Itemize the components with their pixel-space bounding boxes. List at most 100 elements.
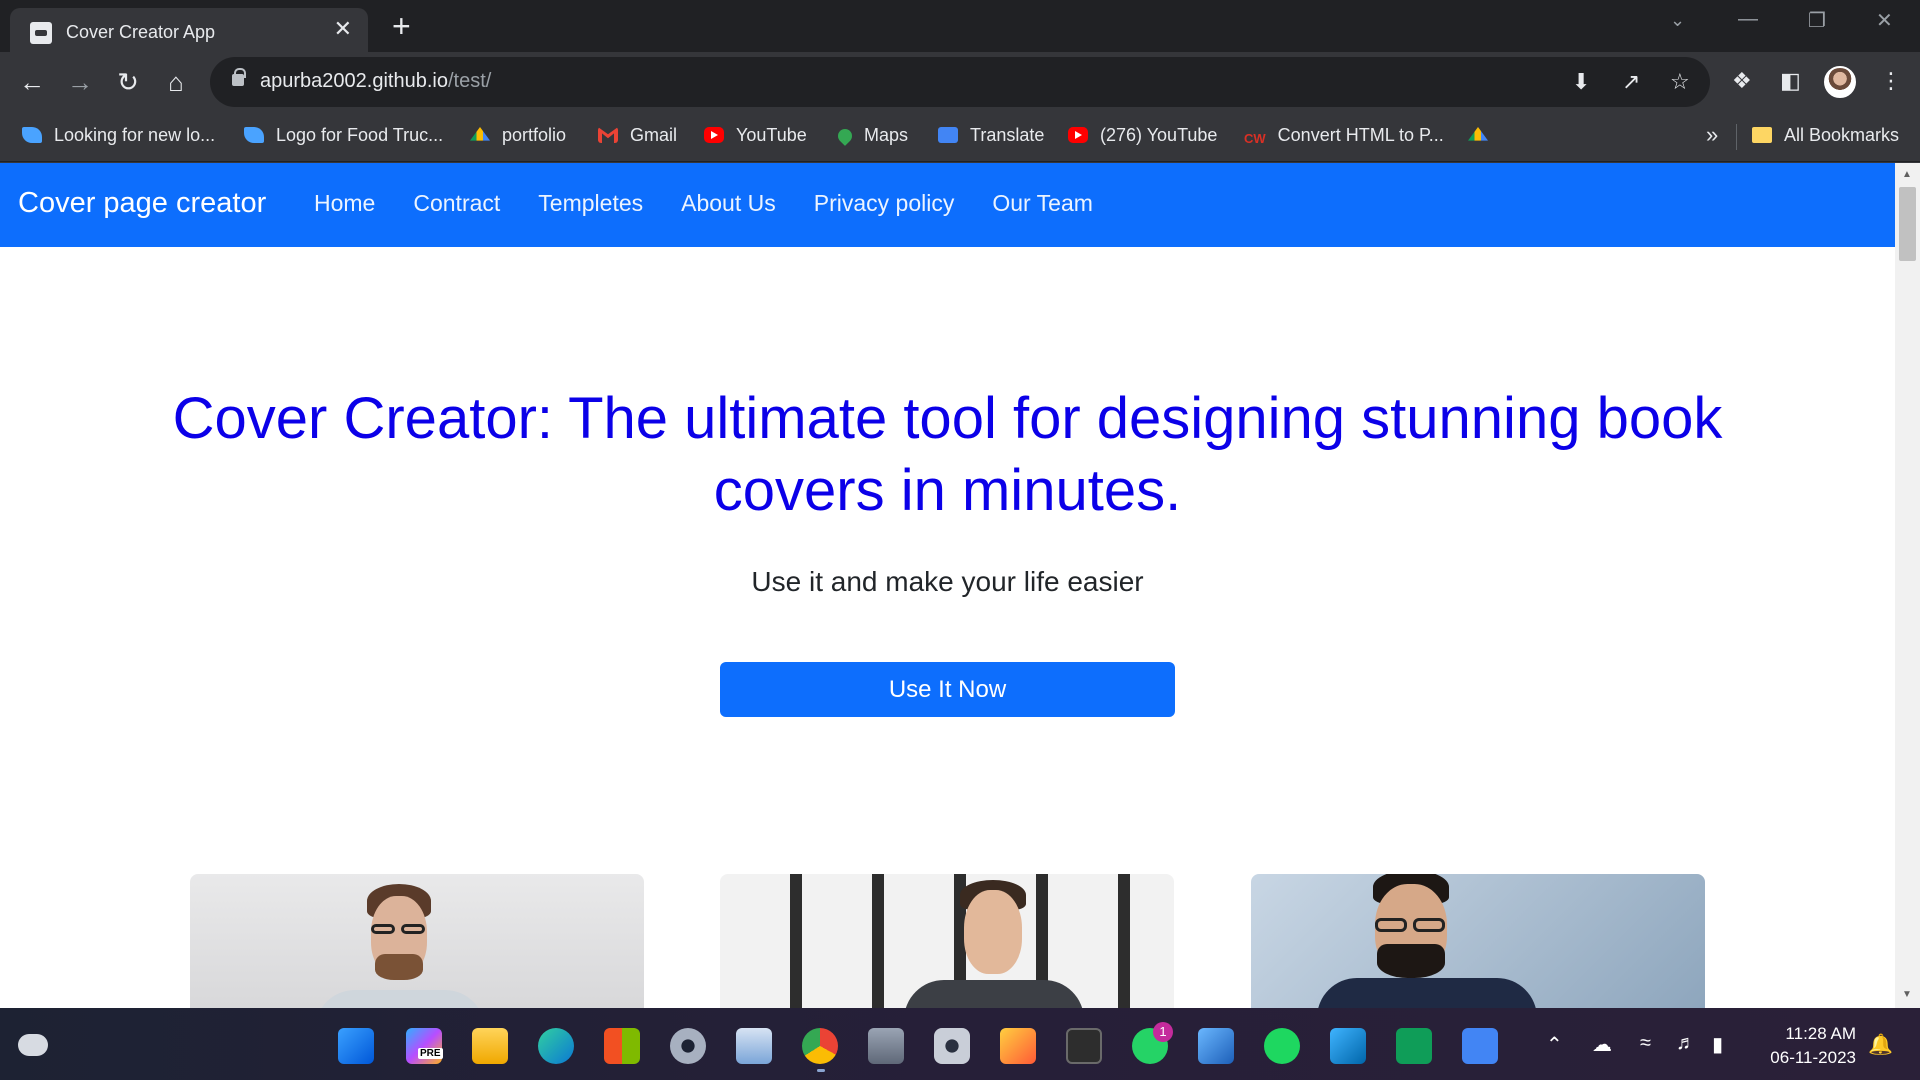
volume-icon[interactable]: ♬ (1676, 1032, 1696, 1055)
scroll-down-icon[interactable]: ▼ (1902, 989, 1912, 1000)
back-icon[interactable]: ← (14, 64, 50, 100)
scroll-up-icon[interactable]: ▲ (1902, 169, 1912, 180)
settings-icon[interactable] (670, 1028, 706, 1064)
windows-taskbar: PRE 1 ⌃ ☁ ≈ ♬ ▮ 11:28 AM 06-11-2023 🔔 (0, 1008, 1920, 1080)
google-drive-icon (470, 127, 490, 141)
gmail-icon (598, 127, 618, 143)
wifi-icon[interactable]: ≈ (1640, 1032, 1651, 1055)
paint-icon[interactable] (1000, 1028, 1036, 1064)
clock-time: 11:28 AM (1785, 1024, 1856, 1043)
google-docs-icon[interactable] (1462, 1028, 1498, 1064)
onedrive-icon[interactable]: ☁ (1592, 1032, 1612, 1057)
bookmark-label: Gmail (630, 125, 678, 145)
bookmark-label: Translate (970, 125, 1045, 145)
all-bookmarks-label: All Bookmarks (1784, 125, 1900, 145)
site-navbar: Cover page creator Home Contract Templet… (0, 163, 1895, 247)
spotify-icon[interactable] (1264, 1028, 1300, 1064)
url-host: apurba2002.github.io (260, 70, 448, 92)
address-bar[interactable]: apurba2002.github.io/test/ ⬇ ↗ ☆ (210, 57, 1710, 107)
bookmark-item[interactable]: Translate (938, 125, 1044, 146)
restore-icon[interactable]: ❐ (1808, 8, 1826, 33)
bookmarks-bar: Looking for new lo... Logo for Food Truc… (0, 112, 1920, 162)
new-tab-button[interactable]: + (392, 10, 411, 42)
site-favicon-icon (30, 22, 52, 44)
tab-title: Cover Creator App (66, 22, 216, 42)
use-it-now-button[interactable]: Use It Now (720, 662, 1175, 717)
battery-icon[interactable]: ▮ (1712, 1032, 1723, 1057)
weather-icon[interactable] (18, 1034, 48, 1056)
bookmark-label: portfolio (502, 125, 567, 145)
browser-toolbar: ← → ↻ ⌂ apurba2002.github.io/test/ ⬇ ↗ ☆… (0, 52, 1920, 112)
bookmark-label: Looking for new lo... (54, 125, 216, 145)
scrollbar-thumb[interactable] (1899, 187, 1916, 261)
control-panel-icon[interactable] (1198, 1028, 1234, 1064)
calculator-icon[interactable] (868, 1028, 904, 1064)
show-hidden-icons[interactable]: ⌃ (1546, 1032, 1563, 1057)
bookmark-item[interactable]: Looking for new lo... (22, 125, 215, 146)
page-scrollbar[interactable]: ▲ ▼ (1895, 163, 1920, 1008)
notifications-icon[interactable]: 🔔 (1868, 1032, 1893, 1057)
profile-avatar[interactable] (1824, 66, 1856, 98)
install-app-icon[interactable]: ⬇ (1572, 69, 1590, 95)
bookmark-item[interactable]: Maps (835, 125, 909, 146)
lock-icon[interactable] (232, 68, 246, 86)
home-icon[interactable]: ⌂ (158, 64, 194, 100)
bookmark-item[interactable]: YouTube (704, 125, 807, 146)
forward-icon[interactable]: → (62, 64, 98, 100)
page-viewport: Cover page creator Home Contract Templet… (0, 163, 1920, 1008)
nav-link-our-team[interactable]: Our Team (992, 190, 1093, 217)
url-path: /test/ (447, 70, 492, 92)
file-explorer-icon[interactable] (472, 1028, 508, 1064)
chrome-icon[interactable] (802, 1028, 838, 1064)
nav-link-templetes[interactable]: Templetes (538, 190, 643, 217)
bookmark-item[interactable]: Logo for Food Truc... (244, 125, 443, 146)
minimize-icon[interactable]: — (1738, 8, 1758, 31)
bird-icon (22, 127, 42, 143)
hero-subtitle: Use it and make your life easier (751, 566, 1144, 597)
bookmark-label: (276) YouTube (1100, 125, 1218, 145)
nav-link-home[interactable]: Home (314, 190, 375, 217)
photos-icon[interactable] (736, 1028, 772, 1064)
bookmark-label: Convert HTML to P... (1277, 125, 1444, 145)
nav-links: Home Contract Templetes About Us Privacy… (314, 190, 1093, 217)
reload-icon[interactable]: ↻ (110, 64, 146, 100)
share-icon[interactable]: ↗ (1622, 69, 1640, 95)
camera-icon[interactable] (934, 1028, 970, 1064)
bookmark-item[interactable]: CW Convert HTML to P... (1244, 125, 1444, 147)
window-close-icon[interactable]: ✕ (1876, 8, 1893, 33)
tab-search-icon[interactable]: ⌄ (1670, 10, 1685, 31)
google-sheets-icon[interactable] (1396, 1028, 1432, 1064)
bird-icon (244, 127, 264, 143)
edge-icon[interactable] (538, 1028, 574, 1064)
bookmarks-overflow-button[interactable]: » (1706, 122, 1718, 148)
store-icon[interactable] (604, 1028, 640, 1064)
bookmark-label: Maps (864, 125, 909, 145)
tab-close-icon[interactable]: ✕ (334, 18, 352, 40)
google-drive-icon (1468, 127, 1488, 141)
bookmark-item[interactable]: (276) YouTube (1068, 125, 1217, 146)
vscode-icon[interactable] (1330, 1028, 1366, 1064)
nav-link-contract[interactable]: Contract (413, 190, 500, 217)
browser-tab[interactable]: Cover Creator App ✕ (10, 8, 368, 52)
nav-link-about-us[interactable]: About Us (681, 190, 776, 217)
tab-strip: Cover Creator App ✕ + ⌄ — ❐ ✕ (0, 0, 1920, 52)
start-icon[interactable] (338, 1028, 374, 1064)
bookmark-label: Logo for Food Truc... (276, 125, 444, 145)
all-bookmarks-button[interactable]: All Bookmarks (1752, 125, 1899, 146)
bookmark-star-icon[interactable]: ☆ (1670, 69, 1690, 95)
nav-link-privacy-policy[interactable]: Privacy policy (814, 190, 955, 217)
team-card-image (190, 874, 644, 1008)
translate-icon (938, 127, 958, 143)
site-brand[interactable]: Cover page creator (18, 187, 266, 220)
whatsapp-badge: 1 (1153, 1022, 1173, 1042)
side-panel-icon[interactable]: ◧ (1780, 68, 1801, 94)
system-clock[interactable]: 11:28 AM 06-11-2023 (1758, 1022, 1856, 1070)
bookmark-item[interactable]: Gmail (598, 125, 677, 146)
chrome-menu-icon[interactable]: ⋮ (1880, 68, 1902, 94)
bookmark-item[interactable]: portfolio (470, 125, 566, 146)
team-card-image (720, 874, 1174, 1008)
bookmark-item[interactable] (1468, 125, 1500, 146)
copilot-badge: PRE (418, 1048, 443, 1059)
extensions-icon[interactable]: ❖ (1732, 68, 1752, 94)
terminal-icon[interactable] (1066, 1028, 1102, 1064)
